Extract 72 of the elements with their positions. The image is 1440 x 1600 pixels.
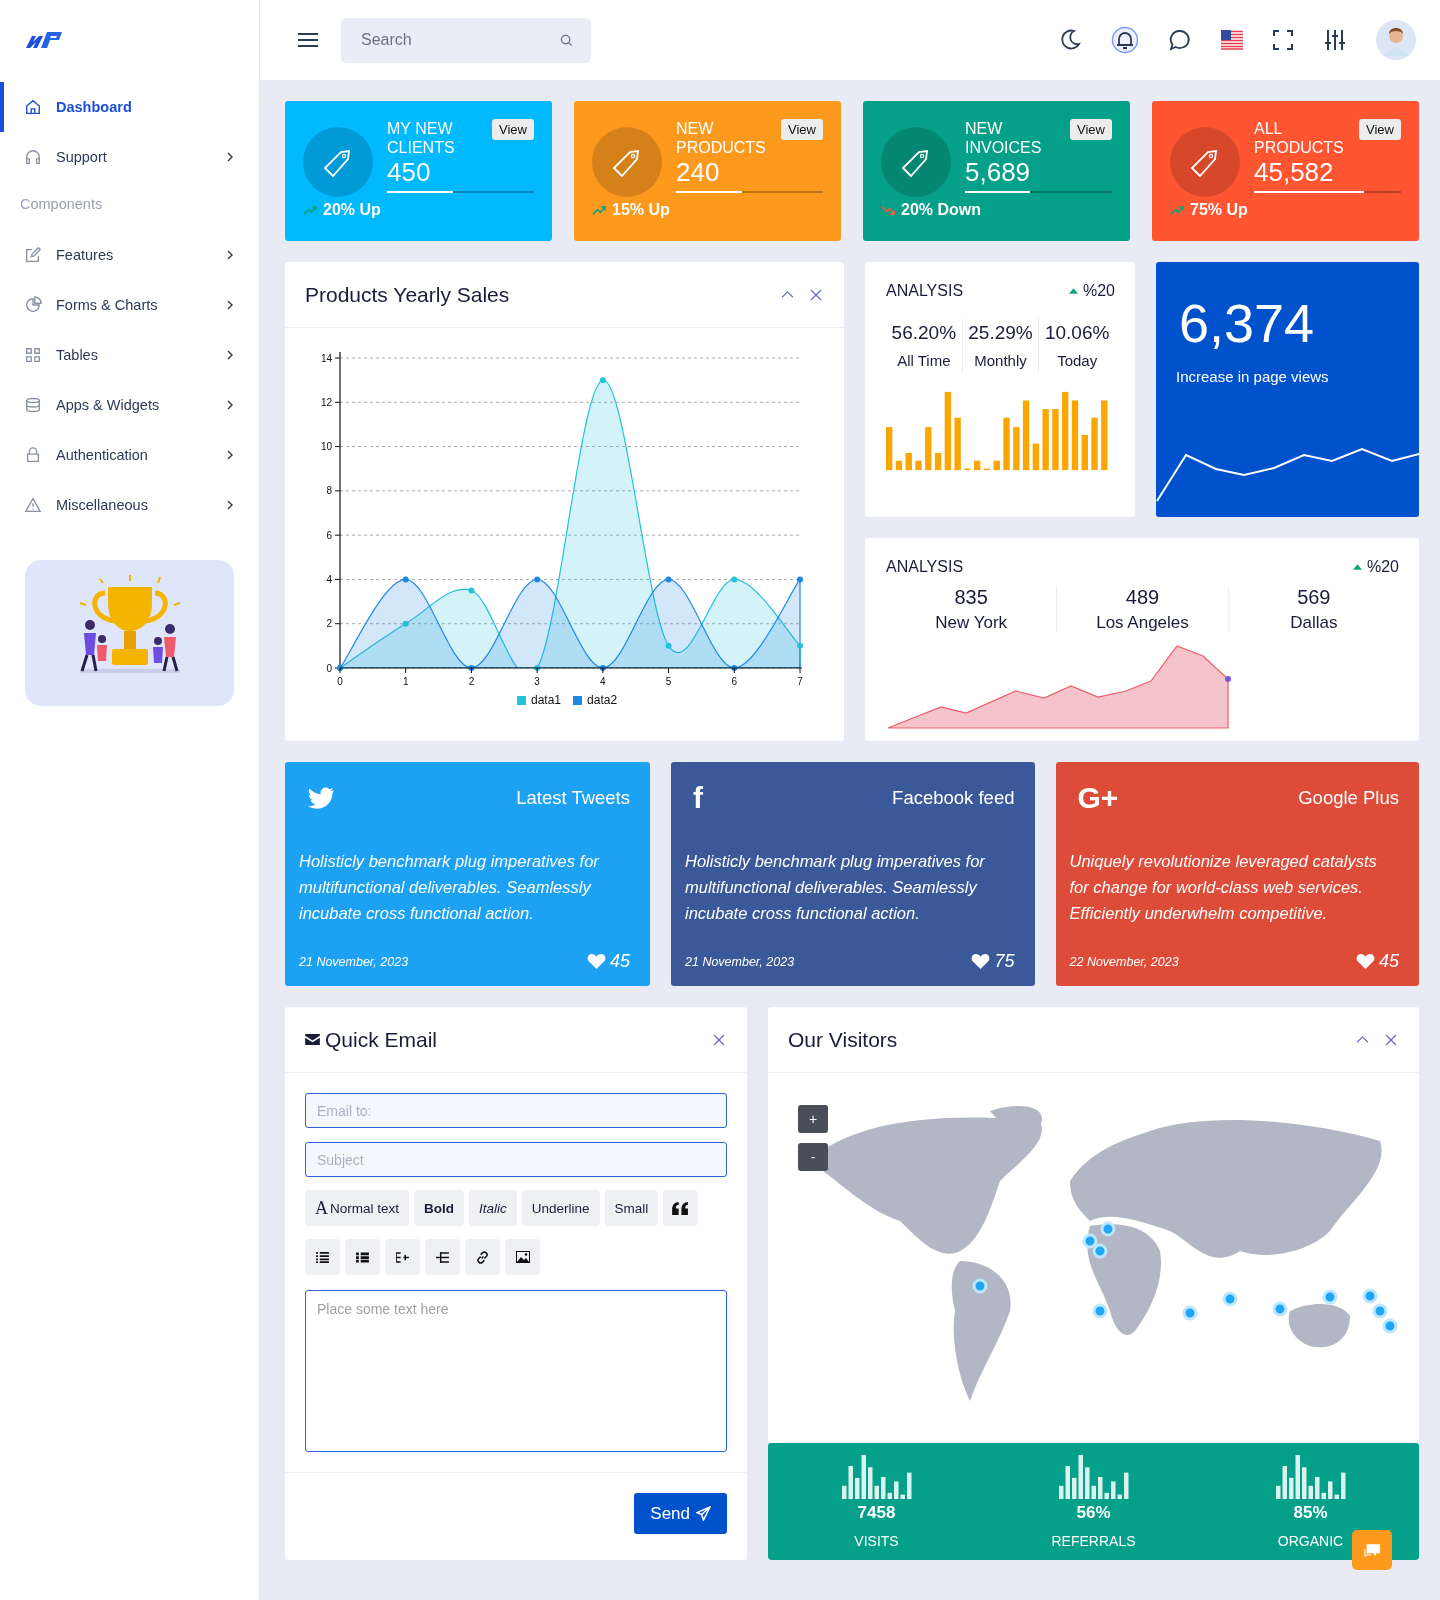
legend-label: data2 — [587, 693, 618, 707]
tick-label: 0 — [326, 662, 332, 674]
post-text: Holisticly benchmark plug imperatives for multifunctional deliverables. Seamlessly incubate cross functional action. — [685, 851, 987, 924]
stat-value: 56.20% — [891, 322, 957, 344]
views-label: Increase in page views — [1176, 368, 1330, 385]
legend-label: data1 — [531, 693, 562, 707]
stat-label: Today — [1057, 352, 1098, 369]
post-text: Uniquely revolutionize leveraged catalysts for change for world-class web services. Efficiently underwhelm competitive. — [1069, 851, 1378, 924]
stat-value: 56% — [1076, 1502, 1111, 1523]
tick-label: 14 — [320, 352, 332, 364]
city-label: Los Angeles — [1096, 613, 1189, 633]
stat-label: All Time — [897, 352, 951, 369]
tick-label: 1 — [402, 676, 409, 687]
tick-label: 3 — [534, 676, 540, 687]
stat-value: 240 — [676, 157, 721, 187]
post-text: Holisticly benchmark plug imperatives for multifunctional deliverables. Seamlessly incubate cross functional action. — [299, 851, 601, 924]
stat-label: REFERRALS — [1051, 1532, 1136, 1549]
city-value: 569 — [1297, 586, 1331, 609]
change-text: 75% Up — [1190, 201, 1248, 219]
stat-value: 25.29% — [968, 322, 1033, 344]
city-value: 489 — [1125, 586, 1160, 609]
tick-label: 0 — [337, 676, 343, 687]
tick-label: 2 — [468, 676, 475, 687]
change-text: %20 — [1082, 282, 1115, 300]
city-value: 835 — [954, 586, 988, 609]
city-label: New York — [935, 613, 1008, 633]
card-title: ANALYSIS — [886, 558, 964, 576]
tick-label: 10 — [320, 441, 332, 453]
tick-label: 7 — [797, 676, 803, 687]
stat-value: 450 — [387, 157, 432, 187]
card-title: Our Visitors — [788, 1027, 898, 1052]
stat-label: ORGANIC — [1277, 1532, 1344, 1549]
card-title: Products Yearly Sales — [305, 282, 510, 307]
tick-label: 6 — [731, 676, 738, 687]
logo: G+ — [1077, 781, 1119, 815]
stat-value: 7458 — [857, 1502, 896, 1523]
tick-label: 2 — [326, 618, 332, 630]
tick-label: 4 — [600, 676, 606, 687]
stat-label: VISITS — [854, 1532, 899, 1549]
logo: f — [693, 781, 703, 815]
stat-title: NEW INVOICES — [965, 119, 1043, 157]
stat-title: MY NEW CLIENTS — [387, 119, 456, 157]
stat-label: Monthly — [974, 352, 1027, 369]
like-count: 45 — [609, 951, 630, 972]
tick-label: 12 — [320, 396, 332, 408]
feed-title: Google Plus — [1298, 787, 1399, 809]
feed-title: Facebook feed — [892, 787, 1015, 809]
tick-label: 4 — [326, 573, 332, 585]
stat-title: ALL PRODUCTS — [1254, 119, 1345, 157]
change-text: 20% Up — [323, 201, 381, 219]
feed-title: Latest Tweets — [516, 787, 630, 809]
tick-label: 5 — [665, 676, 672, 687]
tick-label: 8 — [326, 485, 332, 497]
stat-value: 5,689 — [965, 157, 1032, 187]
views-value: 6,374 — [1179, 292, 1316, 354]
tick-label: 6 — [326, 529, 332, 541]
change-text: 15% Up — [612, 201, 670, 219]
change-text: %20 — [1366, 558, 1399, 576]
card-title: ANALYSIS — [886, 282, 964, 300]
stat-value: 85% — [1293, 1502, 1328, 1523]
city-label: Dallas — [1290, 613, 1338, 633]
stat-title: NEW PRODUCTS — [676, 119, 767, 157]
card-title: Quick Email — [325, 1027, 438, 1052]
like-count: 45 — [1378, 951, 1399, 972]
change-text: 20% Down — [901, 201, 981, 219]
post-date: 21 November, 2023 — [299, 954, 409, 969]
post-date: 22 November, 2023 — [1069, 954, 1179, 969]
section-label: Components — [19, 195, 104, 214]
stat-value: 10.06% — [1044, 322, 1110, 344]
post-date: 21 November, 2023 — [685, 954, 795, 969]
like-count: 75 — [994, 951, 1015, 972]
stat-value: 45,582 — [1254, 157, 1335, 187]
